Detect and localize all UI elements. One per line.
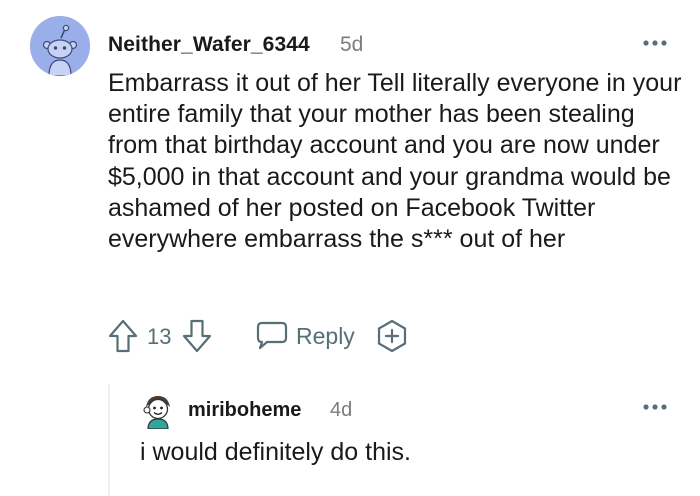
avatar[interactable] xyxy=(30,16,90,76)
downvote-button[interactable] xyxy=(182,319,212,353)
reply-username[interactable]: miriboheme xyxy=(188,399,301,422)
reply-timestamp[interactable]: 4d xyxy=(330,399,352,422)
reply-button[interactable]: Reply xyxy=(254,317,364,353)
comment-timestamp[interactable]: 5d xyxy=(340,33,363,57)
reply-avatar[interactable] xyxy=(140,393,176,429)
downvote-arrow-icon xyxy=(182,319,212,353)
ellipsis-icon xyxy=(643,404,667,410)
thread-line[interactable] xyxy=(108,384,110,496)
vote-count: 13 xyxy=(147,324,172,349)
award-plus-icon xyxy=(377,319,407,353)
comment-action-bar: 13 Reply xyxy=(104,317,524,357)
speech-bubble-icon xyxy=(256,320,288,350)
comment-body: Embarrass it out of her Tell literally e… xyxy=(108,69,682,254)
reply-body: i would definitely do this. xyxy=(140,438,411,466)
award-button[interactable] xyxy=(375,319,409,353)
reddit-snoo-avatar-icon xyxy=(30,16,90,76)
reply-more-options-button[interactable] xyxy=(642,400,668,414)
comment-username[interactable]: Neither_Wafer_6344 xyxy=(108,33,310,57)
upvote-arrow-icon xyxy=(108,319,138,353)
reply-label: Reply xyxy=(296,323,355,349)
custom-avatar-icon xyxy=(143,396,170,429)
upvote-button[interactable] xyxy=(108,319,138,353)
more-options-button[interactable] xyxy=(642,36,668,50)
ellipsis-icon xyxy=(643,40,667,46)
